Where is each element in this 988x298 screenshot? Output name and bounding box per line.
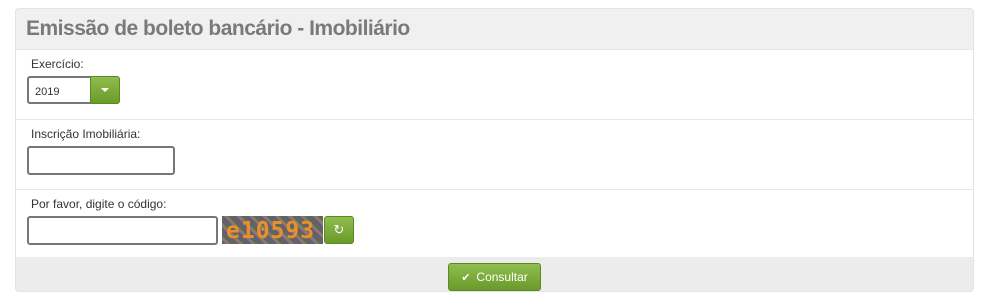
captcha-section: Por favor, digite o código: e10593 ↻ (16, 189, 973, 257)
check-icon: ✔ (461, 271, 471, 284)
inscricao-section: Inscrição Imobiliária: (16, 119, 973, 189)
captcha-image: e10593 (222, 216, 323, 244)
exercicio-section: Exercício: 2019 (16, 49, 973, 119)
captcha-label: Por favor, digite o código: (31, 197, 167, 211)
exercicio-select[interactable]: 2019 (27, 76, 120, 104)
captcha-refresh-button[interactable]: ↻ (324, 216, 354, 244)
captcha-code: e10593 (226, 218, 316, 244)
form-footer: ✔ Consultar (16, 257, 973, 291)
exercicio-label: Exercício: (31, 57, 84, 71)
refresh-icon: ↻ (333, 222, 345, 237)
captcha-input[interactable] (27, 216, 218, 245)
consultar-button[interactable]: ✔ Consultar (448, 263, 541, 291)
exercicio-selected-value[interactable]: 2019 (27, 76, 90, 104)
exercicio-dropdown-button[interactable] (90, 76, 120, 104)
page-title: Emissão de boleto bancário - Imobiliário (26, 17, 410, 40)
inscricao-input[interactable] (27, 146, 175, 175)
inscricao-label: Inscrição Imobiliária: (31, 127, 141, 141)
boleto-panel: Emissão de boleto bancário - Imobiliário… (15, 8, 974, 292)
chevron-down-icon (101, 88, 109, 92)
consultar-label: Consultar (476, 270, 528, 284)
